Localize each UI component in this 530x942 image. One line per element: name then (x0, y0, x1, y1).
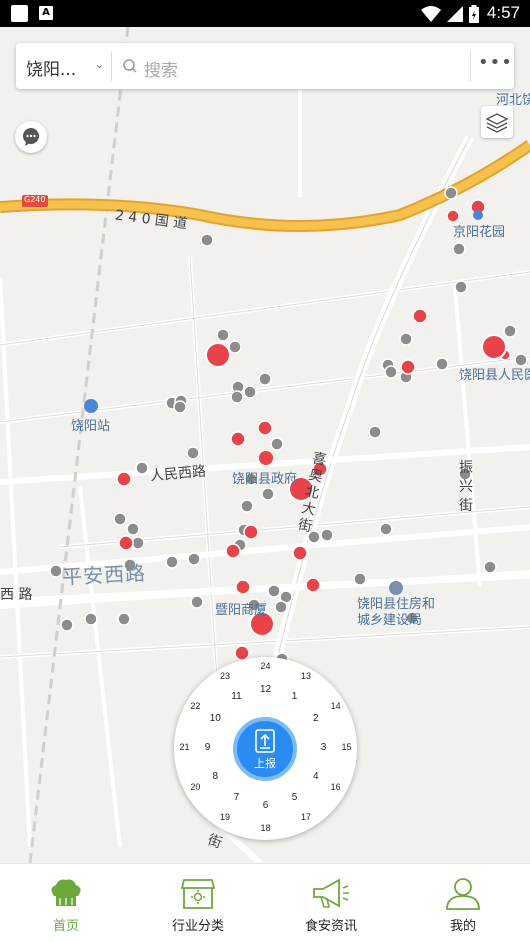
dial-hour-22[interactable]: 22 (185, 701, 205, 715)
dial-hour-18[interactable]: 18 (256, 823, 276, 837)
upload-icon (255, 729, 275, 753)
tab-news[interactable]: 食安资讯 (265, 864, 397, 942)
road-label-west: 西 路 (0, 587, 33, 603)
dial-hour-13[interactable]: 13 (296, 671, 316, 685)
clock: 4:57 (486, 3, 520, 22)
shop-icon (180, 879, 216, 909)
dial-hour-10[interactable]: 10 (205, 713, 225, 727)
layers-button[interactable] (481, 106, 513, 138)
poi-label-jiyang: 暨阳商厦 (215, 603, 268, 618)
search-icon (123, 59, 137, 73)
chef-hat-icon (51, 879, 81, 906)
tab-label: 我的 (449, 919, 476, 934)
gov-poi-icon (259, 451, 273, 465)
battery-icon (469, 5, 479, 23)
dial-hour-11[interactable]: 11 (227, 691, 247, 705)
dial-hour-14[interactable]: 14 (326, 701, 346, 715)
dial-hour-9[interactable]: 9 (198, 742, 218, 756)
chat-button[interactable] (15, 121, 47, 153)
dial-hour-21[interactable]: 21 (175, 742, 195, 756)
garden-poi-icon (473, 210, 483, 220)
dial-hour-4[interactable]: 4 (306, 771, 326, 785)
dial-hour-8[interactable]: 8 (205, 771, 225, 785)
layers-icon (485, 113, 509, 133)
report-button[interactable]: 上报 (233, 717, 297, 781)
station-poi-icon (84, 399, 98, 413)
divider (470, 51, 471, 81)
chat-bubble-icon (23, 128, 39, 146)
dial-hour-1[interactable]: 1 (285, 691, 305, 705)
more-icon[interactable]: ••• (478, 52, 512, 78)
signal-icon (447, 6, 463, 22)
tab-profile[interactable]: 我的 (397, 864, 529, 942)
search-bar: 饶阳... ⌄ 搜索 ••• (16, 43, 514, 89)
dial-hour-5[interactable]: 5 (285, 792, 305, 806)
dial-hour-6[interactable]: 6 (256, 800, 276, 814)
dial-hour-3[interactable]: 3 (314, 742, 334, 756)
dial-hour-24[interactable]: 24 (256, 661, 276, 675)
app-notification-icon: A (39, 6, 53, 20)
tab-home[interactable]: 首页 (0, 864, 132, 942)
poi-label-hospital: 饶阳县人民医 (459, 368, 530, 383)
user-icon (446, 878, 480, 910)
wifi-icon (421, 6, 441, 22)
dial-hour-20[interactable]: 20 (185, 782, 205, 796)
road-label-zhenxing: 振 兴 街 (459, 460, 473, 514)
road-label-pingan: 平安西路 (61, 560, 147, 590)
poi-label-housing: 饶阳县住房和 城乡建设局 (357, 597, 436, 628)
dial-hour-15[interactable]: 15 (337, 742, 357, 756)
bottom-tab-bar: 首页 行业分类 食安资讯 我的 (0, 863, 530, 942)
highway-shield-label: G240 (24, 195, 46, 204)
dial-hour-12[interactable]: 12 (256, 684, 276, 698)
megaphone-icon (313, 878, 349, 908)
dial-hour-16[interactable]: 16 (326, 782, 346, 796)
poi-label-station: 饶阳站 (71, 419, 111, 434)
status-bar: A 4:57 (0, 0, 530, 27)
dial-hour-23[interactable]: 23 (215, 671, 235, 685)
dial-hour-19[interactable]: 19 (215, 812, 235, 826)
report-label: 上报 (254, 757, 276, 770)
dial-hour-2[interactable]: 2 (306, 713, 326, 727)
divider (111, 51, 112, 81)
chevron-down-icon[interactable]: ⌄ (95, 58, 104, 71)
tab-label: 食安资讯 (304, 919, 357, 934)
tab-label: 首页 (52, 919, 79, 934)
search-input[interactable]: 搜索 (144, 56, 178, 81)
tab-categories[interactable]: 行业分类 (132, 864, 264, 942)
dial-hour-17[interactable]: 17 (296, 812, 316, 826)
poi-label-jingyang: 京阳花园 (453, 225, 506, 240)
notification-icon (11, 5, 28, 22)
poi-label-gov: 饶阳县政府 (232, 472, 298, 487)
city-selector[interactable]: 饶阳... (26, 55, 76, 80)
housing-poi-icon (389, 581, 403, 595)
dial-hour-7[interactable]: 7 (227, 792, 247, 806)
tab-label: 行业分类 (171, 919, 224, 934)
